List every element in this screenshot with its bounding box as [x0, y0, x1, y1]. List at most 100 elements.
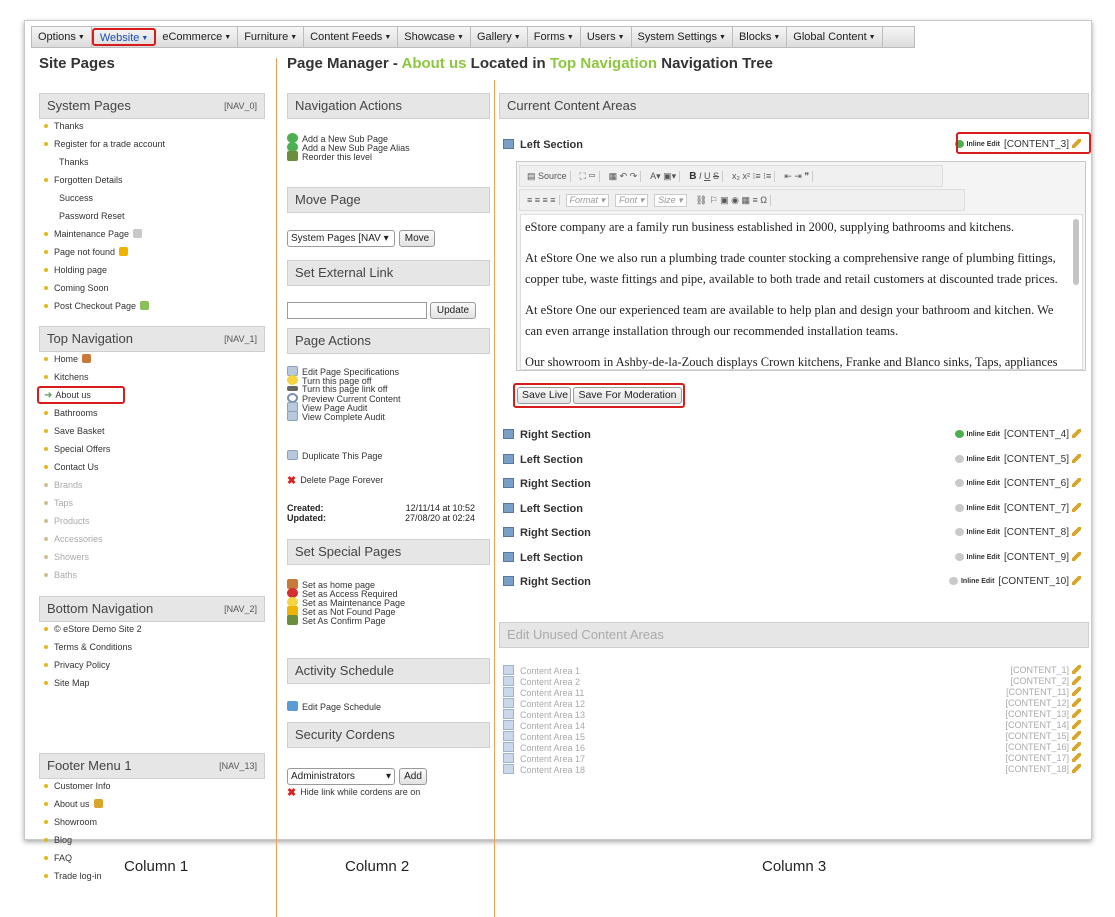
page-item-contact-us[interactable]: Contact Us [44, 462, 99, 473]
align-icon[interactable]: ≡ ≡ ≡ ≡ [524, 195, 560, 205]
page-item-trade-log-in[interactable]: Trade log-in [44, 871, 102, 882]
menu-content-feeds[interactable]: Content Feeds ▼ [304, 27, 399, 47]
page-item-privacy-policy[interactable]: Privacy Policy [44, 660, 110, 671]
unused-content-18[interactable]: Content Area 18 [503, 764, 585, 775]
unused-content-15[interactable]: Content Area 15 [503, 731, 585, 742]
inline-edit-content-10[interactable]: Inline Edit [CONTENT_10] [948, 576, 1081, 587]
nav-action-reorder-this-level[interactable]: Reorder this level [287, 151, 372, 163]
page-item-register-for-a-trade-account[interactable]: Register for a trade account [44, 139, 165, 150]
inline-edit-content-7[interactable]: Inline Edit [CONTENT_7] [954, 502, 1081, 514]
menu-system-settings[interactable]: System Settings ▼ [632, 27, 733, 47]
inline-edit-content-8[interactable]: Inline Edit [CONTENT_8] [954, 527, 1081, 538]
unused-content-12[interactable]: Content Area 12 [503, 698, 585, 709]
undo-icon[interactable]: ▦ ↶ ↷ [606, 170, 642, 182]
page-item-password-reset[interactable]: Password Reset [59, 211, 125, 222]
page-item-accessories[interactable]: Accessories [44, 534, 103, 545]
text-color-icon[interactable]: A▾ ▣▾ [647, 170, 681, 182]
add-corden-button[interactable]: Add [399, 768, 427, 785]
edit-page-schedule-link[interactable]: Edit Page Schedule [287, 701, 381, 713]
menu-furniture[interactable]: Furniture ▼ [238, 27, 305, 47]
unused-tag-content-13[interactable]: [CONTENT_13] [1005, 709, 1081, 719]
page-item-forgotten-details[interactable]: Forgotten Details [44, 175, 123, 186]
inline-edit-content-6[interactable]: Inline Edit [CONTENT_6] [954, 478, 1081, 489]
format-dropdown[interactable]: Format ▾ [565, 193, 610, 207]
unused-tag-content-15[interactable]: [CONTENT_15] [1005, 731, 1081, 741]
inline-edit-content-5[interactable]: Inline Edit [CONTENT_5] [954, 453, 1081, 465]
unused-tag-content-16[interactable]: [CONTENT_16] [1005, 742, 1081, 752]
page-item-holding-page[interactable]: Holding page [44, 265, 107, 276]
content-section-content-10[interactable]: Right Section [503, 576, 591, 588]
menu-options[interactable]: Options ▼ [32, 27, 92, 47]
unused-content-17[interactable]: Content Area 17 [503, 753, 585, 764]
page-item-post-checkout-page[interactable]: Post Checkout Page [44, 301, 150, 312]
page-item-kitchens[interactable]: Kitchens [44, 372, 89, 383]
unused-tag-content-17[interactable]: [CONTENT_17] [1005, 753, 1081, 763]
page-item-thanks[interactable]: Thanks [59, 157, 89, 168]
unused-tag-content-18[interactable]: [CONTENT_18] [1005, 764, 1081, 774]
page-item-products[interactable]: Products [44, 516, 90, 527]
italic-icon[interactable]: I [699, 171, 702, 181]
content-section-content-6[interactable]: Right Section [503, 478, 591, 490]
page-action-view-complete-audit[interactable]: View Complete Audit [287, 411, 385, 423]
unused-tag-content-12[interactable]: [CONTENT_12] [1005, 698, 1081, 708]
page-item-showers[interactable]: Showers [44, 552, 89, 563]
page-item-about-us[interactable]: About us [44, 799, 103, 810]
menu-global-content[interactable]: Global Content ▼ [787, 27, 883, 47]
unused-tag-content-11[interactable]: [CONTENT_11] [1006, 687, 1081, 697]
content-section-content-5[interactable]: Left Section [503, 453, 583, 466]
page-item-showroom[interactable]: Showroom [44, 817, 97, 828]
maximize-icon[interactable]: ⛶ ▭ [577, 170, 600, 182]
unused-content-13[interactable]: Content Area 13 [503, 709, 585, 720]
indent-icon[interactable]: ⇤ ⇥ ❞ [781, 170, 814, 182]
format-buttons[interactable]: B I U S [686, 170, 724, 182]
page-item-success[interactable]: Success [59, 193, 93, 204]
menu-users[interactable]: Users ▼ [581, 27, 632, 47]
page-item-thanks[interactable]: Thanks [44, 121, 84, 132]
update-button[interactable]: Update [430, 302, 476, 319]
cordens-select[interactable]: Administrators ▾ [287, 768, 395, 785]
page-item-terms-conditions[interactable]: Terms & Conditions [44, 642, 132, 653]
delete-page-link[interactable]: ✖ Delete Page Forever [287, 475, 383, 487]
font-dropdown[interactable]: Font ▾ [615, 193, 649, 207]
content-section-content-3[interactable]: Left Section [503, 139, 583, 151]
strike-icon[interactable]: S [713, 171, 719, 181]
page-item-faq[interactable]: FAQ [44, 853, 72, 864]
page-item-coming-soon[interactable]: Coming Soon [44, 283, 109, 294]
content-section-content-8[interactable]: Right Section [503, 527, 591, 539]
size-dropdown[interactable]: Size ▾ [654, 193, 687, 207]
page-item-brands[interactable]: Brands [44, 480, 83, 491]
page-item-page-not-found[interactable]: Page not found [44, 247, 129, 258]
content-section-content-7[interactable]: Left Section [503, 502, 583, 515]
unused-content-11[interactable]: Content Area 11 [503, 687, 584, 698]
page-item-estore-demo-site-2[interactable]: © eStore Demo Site 2 [44, 624, 142, 635]
content-section-content-4[interactable]: Right Section [503, 429, 591, 441]
source-button[interactable]: ▤ Source [524, 170, 571, 182]
menu-website[interactable]: Website ▼ [91, 28, 157, 46]
content-section-content-9[interactable]: Left Section [503, 551, 583, 564]
editor-content-area[interactable]: eStore company are a family run business… [520, 214, 1083, 370]
menu-ecommerce[interactable]: eCommerce ▼ [156, 27, 239, 47]
move-page-select[interactable]: System Pages [NAV ▾ [287, 230, 395, 247]
menu-showcase[interactable]: Showcase ▼ [398, 27, 471, 47]
external-link-input[interactable] [287, 302, 427, 319]
move-button[interactable]: Move [399, 230, 435, 247]
hide-link-option[interactable]: ✖ Hide link while cordens are on [287, 787, 420, 799]
bold-icon[interactable]: B [689, 171, 696, 182]
unused-content-1[interactable]: Content Area 1 [503, 665, 580, 676]
page-item-taps[interactable]: Taps [44, 498, 73, 509]
page-item-blog[interactable]: Blog [44, 835, 72, 846]
list-icon[interactable]: x₂ x² ⁝≡ ⁝≡ [729, 170, 776, 182]
menu-gallery[interactable]: Gallery ▼ [471, 27, 528, 47]
page-item-baths[interactable]: Baths [44, 570, 77, 581]
special-set-as-confirm-page[interactable]: Set As Confirm Page [287, 615, 386, 627]
unused-tag-content-14[interactable]: [CONTENT_14] [1005, 720, 1081, 730]
editor-scrollbar[interactable] [1073, 219, 1079, 285]
page-item-customer-info[interactable]: Customer Info [44, 781, 111, 792]
page-item-bathrooms[interactable]: Bathrooms [44, 408, 98, 419]
underline-icon[interactable]: U [704, 171, 711, 181]
unused-content-16[interactable]: Content Area 16 [503, 742, 585, 753]
inline-edit-content-4[interactable]: Inline Edit [CONTENT_4] [954, 429, 1081, 440]
page-item-save-basket[interactable]: Save Basket [44, 426, 105, 437]
page-item-special-offers[interactable]: Special Offers [44, 444, 110, 455]
inline-edit-content-9[interactable]: Inline Edit [CONTENT_9] [954, 551, 1081, 563]
